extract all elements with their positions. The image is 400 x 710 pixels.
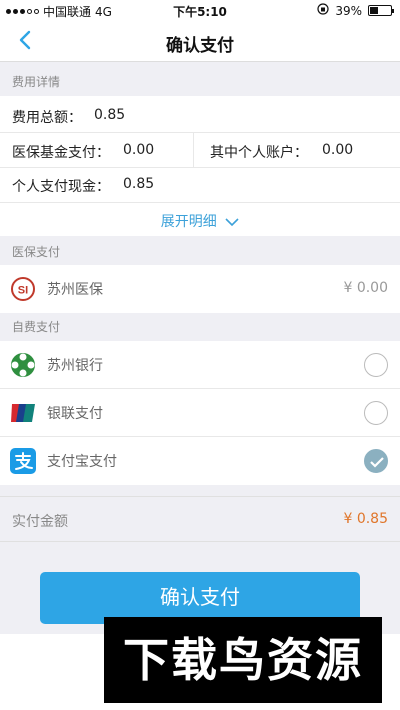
self-pay-header: 自费支付 <box>12 320 61 334</box>
medical-insurance-amount: ¥ 0.00 <box>343 280 388 296</box>
divider <box>0 132 400 133</box>
total-row: 实付金额 ¥ 0.85 <box>0 496 400 542</box>
radio-button[interactable] <box>364 353 388 377</box>
payment-option-suzhou-bank[interactable]: 苏州银行 <box>0 341 400 389</box>
medical-insurance-header: 医保支付 <box>12 245 61 259</box>
cash-label: 个人支付现金： <box>12 179 110 195</box>
fee-details-header: 费用详情 <box>12 75 61 89</box>
personal-account-label: 其中个人账户： <box>210 145 308 161</box>
radio-button-checked[interactable] <box>364 449 388 473</box>
status-right: 39% <box>317 3 394 18</box>
payment-option-unionpay[interactable]: 银联支付 <box>0 389 400 437</box>
fee-total-value: 0.85 <box>94 107 126 123</box>
orientation-lock-icon <box>317 3 329 18</box>
nav-bar: 确认支付 <box>0 20 400 62</box>
svg-text:SI: SI <box>18 285 28 297</box>
divider <box>0 167 400 168</box>
fee-total-label: 费用总额： <box>12 110 82 126</box>
expand-details-label: 展开明细 <box>160 214 217 230</box>
alipay-icon <box>10 448 36 474</box>
total-label: 实付金额 <box>12 514 68 530</box>
unionpay-icon <box>10 400 36 426</box>
payment-option-label: 银联支付 <box>47 406 103 422</box>
payment-option-label: 苏州银行 <box>47 358 103 374</box>
total-value: ¥ 0.85 <box>343 511 388 527</box>
fund-value: 0.00 <box>123 142 155 158</box>
medical-insurance-row: SI 苏州医保 ¥ 0.00 <box>0 265 400 313</box>
radio-button[interactable] <box>364 401 388 425</box>
checkmark-icon <box>370 457 384 468</box>
expand-details-link[interactable]: 展开明细 <box>0 211 400 231</box>
watermark-logo: 下载鸟资源 <box>104 617 382 703</box>
payment-option-label: 支付宝支付 <box>47 454 117 470</box>
social-security-icon: SI <box>10 276 36 302</box>
fund-label: 医保基金支付： <box>12 145 110 161</box>
divider <box>0 202 400 203</box>
chevron-down-icon <box>221 214 239 230</box>
page-title: 确认支付 <box>166 36 234 56</box>
divider <box>193 133 194 167</box>
medical-insurance-name: 苏州医保 <box>47 282 103 298</box>
fee-details-card: 费用总额： 0.85 医保基金支付： 0.00 其中个人账户： 0.00 个人支… <box>0 96 400 236</box>
battery-percent: 39% <box>335 3 362 18</box>
suzhou-bank-icon <box>10 352 36 378</box>
personal-account-value: 0.00 <box>322 142 354 158</box>
status-bar: 中国联通 4G 下午5:10 39% <box>0 0 400 20</box>
cash-value: 0.85 <box>123 176 155 192</box>
payment-option-alipay[interactable]: 支付宝支付 <box>0 437 400 485</box>
battery-icon <box>368 5 394 16</box>
